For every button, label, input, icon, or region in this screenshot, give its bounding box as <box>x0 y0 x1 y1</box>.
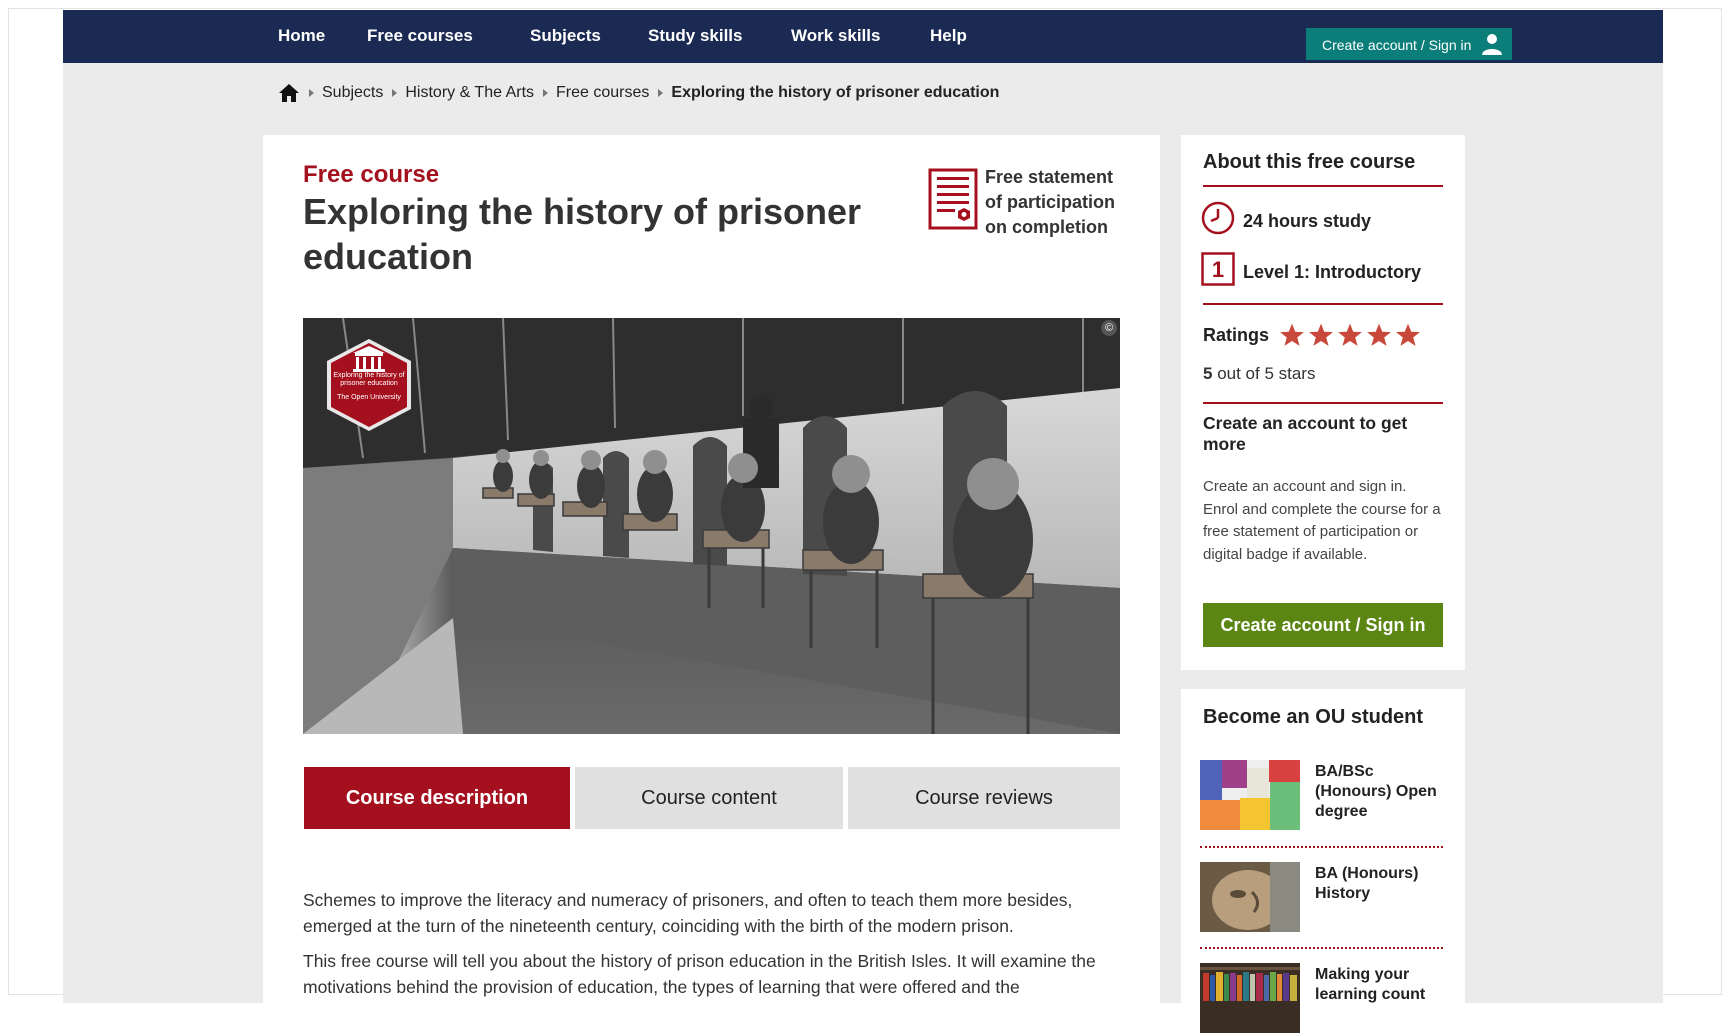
star-icon <box>1280 323 1304 346</box>
rating-summary: 5 out of 5 stars <box>1203 364 1315 384</box>
copyright-icon[interactable]: © <box>1101 320 1117 336</box>
top-navigation: Home Free courses Subjects Study skills … <box>63 10 1663 63</box>
course-badge-text: Exploring the history of prisoner educat… <box>329 372 409 402</box>
star-rating <box>1279 322 1421 348</box>
description-paragraph: This free course will tell you about the… <box>303 951 1096 997</box>
create-account-signin-top-button[interactable]: Create account / Sign in <box>1306 28 1512 60</box>
nav-work-skills[interactable]: Work skills <box>791 26 880 46</box>
signin-top-label: Create account / Sign in <box>1322 37 1472 53</box>
divider <box>1203 185 1443 187</box>
tab-course-content[interactable]: Course content <box>575 767 843 829</box>
create-account-heading: Create an account to get more <box>1203 413 1408 454</box>
create-account-text: Create an account and sign in. Enrol and… <box>1203 478 1441 563</box>
nav-free-courses[interactable]: Free courses <box>367 26 473 46</box>
degree-thumbnail-image[interactable] <box>1200 963 1300 1033</box>
breadcrumb-separator <box>658 89 664 97</box>
breadcrumb-separator <box>392 89 398 97</box>
divider <box>1203 303 1443 305</box>
create-account-signin-button[interactable]: Create account / Sign in <box>1203 603 1443 647</box>
course-type-label: Free course <box>303 161 440 188</box>
become-student-panel <box>1181 689 1465 1009</box>
tab-course-description[interactable]: Course description <box>304 767 570 829</box>
divider <box>1200 846 1443 848</box>
become-student-heading: Become an OU student <box>1203 706 1424 728</box>
certificate-icon <box>928 168 978 230</box>
degree-thumbnail-image[interactable] <box>1200 862 1300 932</box>
course-level: Level 1: Introductory <box>1243 262 1422 282</box>
breadcrumb-free-courses[interactable]: Free courses <box>556 84 649 102</box>
badge-org: The Open University <box>337 394 401 401</box>
breadcrumb-subjects[interactable]: Subjects <box>322 84 383 102</box>
study-hours: 24 hours study <box>1243 211 1372 231</box>
degree-link[interactable]: BA (Honours) History <box>1315 864 1445 904</box>
breadcrumb-current: Exploring the history of prisoner educat… <box>671 84 1000 101</box>
certificate-line: of participation <box>985 192 1115 212</box>
divider <box>1203 402 1443 404</box>
user-icon <box>1482 34 1502 55</box>
star-icon <box>1396 323 1420 346</box>
rating-suffix: out of 5 stars <box>1212 364 1316 383</box>
home-icon[interactable] <box>278 83 300 103</box>
degree-link[interactable]: BA/BSc (Honours) Open degree <box>1315 762 1445 822</box>
ratings-label: Ratings <box>1203 325 1270 345</box>
badge-course-title: Exploring the history of prisoner educat… <box>333 372 405 387</box>
nav-home[interactable]: Home <box>278 26 325 46</box>
page-title: Exploring the history of prisoner educat… <box>303 191 862 277</box>
breadcrumb: Subjects History & The Arts Free courses… <box>278 82 999 104</box>
nav-study-skills[interactable]: Study skills <box>648 26 742 46</box>
tab-course-reviews[interactable]: Course reviews <box>848 767 1120 829</box>
breadcrumb-separator <box>309 89 314 97</box>
breadcrumb-separator <box>543 89 549 97</box>
nav-help[interactable]: Help <box>930 26 967 46</box>
about-course-heading: About this free course <box>1203 151 1416 173</box>
certificate-line: Free statement <box>985 167 1114 187</box>
certificate-line: on completion <box>985 217 1108 237</box>
level-number: 1 <box>1212 257 1224 282</box>
star-icon <box>1367 323 1391 346</box>
star-icon <box>1338 323 1362 346</box>
breadcrumb-history-arts[interactable]: History & The Arts <box>405 84 534 102</box>
degree-thumbnail-image[interactable] <box>1200 760 1300 830</box>
level-icon: 1 <box>1201 252 1235 286</box>
divider <box>1200 947 1443 949</box>
star-icon <box>1309 323 1333 346</box>
description-paragraph: Schemes to improve the literacy and nume… <box>303 890 1073 936</box>
clock-icon <box>1201 201 1235 235</box>
nav-subjects[interactable]: Subjects <box>530 26 601 46</box>
course-hero-image <box>303 318 1120 734</box>
certificate-text: Free statement of participation on compl… <box>985 165 1125 240</box>
degree-link[interactable]: Making your learning count <box>1315 965 1445 1005</box>
